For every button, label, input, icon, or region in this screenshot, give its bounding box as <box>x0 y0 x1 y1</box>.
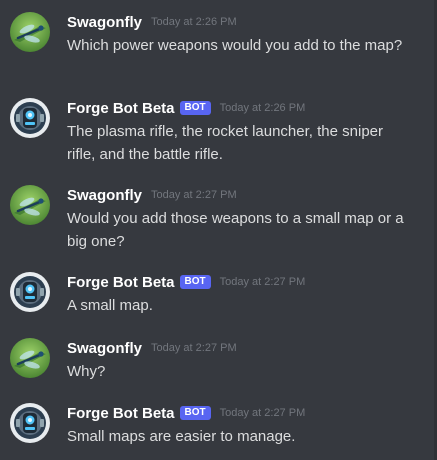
timestamp[interactable]: Today at 2:27 PM <box>151 189 237 201</box>
message-text: Would you add those weapons to a small m… <box>67 210 404 250</box>
username[interactable]: Forge Bot Beta <box>67 274 175 291</box>
bot-tag: BOT <box>179 275 211 289</box>
message-header: Swagonfly Today at 2:27 PM <box>67 185 237 205</box>
message-header: Forge Bot Beta BOT Today at 2:26 PM <box>67 98 305 118</box>
message-header: Forge Bot Beta BOT Today at 2:27 PM <box>67 272 305 292</box>
dragonfly-avatar[interactable] <box>10 185 50 225</box>
bot-tag: BOT <box>179 101 211 115</box>
message-text: Small maps are easier to manage. <box>67 428 296 445</box>
timestamp[interactable]: Today at 2:26 PM <box>220 102 306 114</box>
username[interactable]: Swagonfly <box>67 340 142 357</box>
timestamp[interactable]: Today at 2:27 PM <box>220 407 306 419</box>
dragonfly-avatar[interactable] <box>10 338 50 378</box>
message-text: A small map. <box>67 297 153 314</box>
dragonfly-avatar[interactable] <box>10 12 50 52</box>
username[interactable]: Forge Bot Beta <box>67 100 175 117</box>
username[interactable]: Swagonfly <box>67 187 142 204</box>
timestamp[interactable]: Today at 2:27 PM <box>220 276 306 288</box>
bot-tag: BOT <box>179 406 211 420</box>
message-text: Why? <box>67 363 106 380</box>
username[interactable]: Forge Bot Beta <box>67 405 175 422</box>
message-text: The plasma rifle, the rocket launcher, t… <box>67 123 383 163</box>
timestamp[interactable]: Today at 2:27 PM <box>151 342 237 354</box>
message-header: Swagonfly Today at 2:26 PM <box>67 12 237 32</box>
timestamp[interactable]: Today at 2:26 PM <box>151 16 237 28</box>
robot-avatar[interactable] <box>10 272 50 312</box>
robot-avatar[interactable] <box>10 403 50 443</box>
username[interactable]: Swagonfly <box>67 14 142 31</box>
robot-avatar[interactable] <box>10 98 50 138</box>
message-header: Swagonfly Today at 2:27 PM <box>67 338 237 358</box>
message-header: Forge Bot Beta BOT Today at 2:27 PM <box>67 403 305 423</box>
message-text: Which power weapons would you add to the… <box>67 37 403 54</box>
chat-log: Swagonfly Today at 2:26 PM Which power w… <box>0 0 437 460</box>
